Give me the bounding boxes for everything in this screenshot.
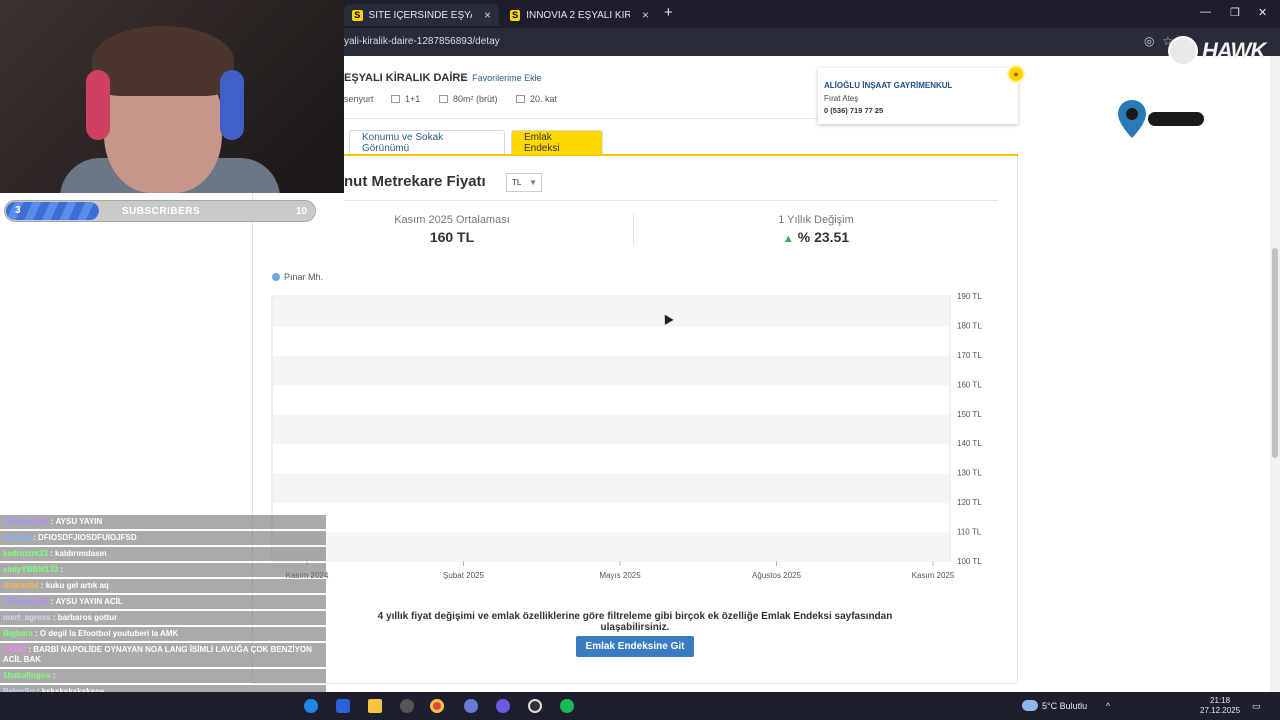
chat-username: mert_agress — [3, 613, 51, 622]
chat-text: : AYSU YAYIN — [48, 517, 103, 526]
browser-tab[interactable]: S İNNOVİA 2 EŞYALI KİRALIK 2+1 × — [502, 4, 657, 26]
close-tab-icon[interactable]: × — [642, 8, 649, 22]
xbox-icon[interactable] — [400, 699, 414, 713]
clock-date: 27.12.2025 — [1200, 706, 1241, 715]
chart-y-tick-label: 180 TL — [957, 321, 982, 330]
chat-overlay: YEMurat106 : AYSU YAYIN Yowkar : DFIOSDFJ… — [0, 515, 326, 717]
chat-message: mert_agress : barbaros gottur — [0, 611, 326, 625]
restore-icon[interactable]: ❐ — [1230, 6, 1240, 19]
chat-message: YKDO : BARBİ NAPOLİDE OYNAYAN NOA LANG İ… — [0, 643, 326, 667]
chat-text: : — [58, 565, 64, 574]
chart-y-tick-label: 140 TL — [957, 439, 982, 448]
scrollbar-thumb[interactable] — [1272, 248, 1278, 458]
close-window-icon[interactable]: ✕ — [1258, 6, 1267, 19]
chat-text: : BARBİ NAPOLİDE OYNAYAN NOA LANG İSİMLİ… — [3, 645, 312, 664]
edge-icon[interactable] — [304, 699, 318, 713]
chart-x-tick-label: Ağustos 2025 — [752, 571, 801, 580]
cta-text: 4 yıllık fiyat değişimi ve emlak özellik… — [377, 611, 893, 633]
chart-y-tick-label: 110 TL — [957, 528, 982, 537]
chart-y-tick-label: 120 TL — [957, 498, 982, 507]
clock-time: 21:18 — [1210, 696, 1231, 705]
chat-text: : kuku gel artık aq — [38, 581, 109, 590]
discord-icon[interactable] — [496, 699, 510, 713]
chat-message: kadroztrk23 : kaldırımdasın — [0, 547, 326, 561]
chart-grid-band — [273, 473, 949, 504]
chat-message: Atakan04 : kuku gel artık aq — [0, 579, 326, 593]
weather-text[interactable]: 5°C Bulutlu — [1042, 701, 1087, 711]
store-icon[interactable] — [336, 699, 350, 713]
chat-message: emlyYBBM133 : — [0, 563, 326, 577]
spotify-icon[interactable] — [560, 699, 574, 713]
chart-y-tick-label: 150 TL — [957, 410, 982, 419]
map-pin-logo-icon — [1118, 100, 1204, 138]
chat-username: Atakan04 — [3, 581, 39, 590]
close-tab-icon[interactable]: × — [484, 8, 491, 22]
chat-text: : barbaros gottur — [50, 613, 118, 622]
chat-message: 1babafingoo : — [0, 669, 326, 683]
site-favicon-icon: S — [352, 9, 363, 21]
chart-y-tick-label: 100 TL — [957, 557, 982, 566]
tab-title: SİTE İÇERSİNDE EŞYALI KİRALIK — [368, 9, 472, 21]
subscriber-goal: 10 — [295, 206, 307, 217]
chrome-icon[interactable] — [430, 699, 444, 713]
chat-text: : DFIOSDFJIOSDFUIOJFSD — [30, 533, 137, 542]
chart-y-tick-label: 160 TL — [957, 380, 982, 389]
chart-x-tick-label: Kasım 2025 — [912, 571, 955, 580]
chart-grid-band — [273, 532, 949, 562]
chat-message: Yowkar : DFIOSDFJIOSDFUIOJFSD — [0, 531, 326, 545]
chat-username: Yowkar — [3, 533, 31, 542]
chart-y-tick-label: 130 TL — [957, 469, 982, 478]
logo-emblem-icon — [1168, 36, 1198, 66]
chat-text: : O degil la Efootbol youtuberi la AMK — [32, 629, 179, 638]
chat-text: : AYSU YAYIN ACİL — [48, 597, 123, 606]
chat-username: 1babafingoo — [3, 671, 51, 680]
eye-off-icon[interactable]: ◎ — [1144, 34, 1154, 48]
url-text[interactable]: yali-kiralik-daire-1287856893/detay — [344, 36, 500, 47]
chart-x-tick-label: Mayıs 2025 — [599, 571, 641, 580]
chat-message: YEMurat106 : AYSU YAYIN ACİL — [0, 595, 326, 609]
notification-icon[interactable]: ▭ — [1252, 701, 1261, 712]
subscriber-label: SUBSCRIBERS — [121, 206, 201, 217]
page-scrollbar[interactable] — [1270, 56, 1280, 692]
new-tab-icon[interactable]: + — [664, 4, 673, 21]
subscriber-goal-bar: 3 SUBSCRIBERS 10 — [4, 200, 316, 222]
chart-x-tick-label: Şubat 2025 — [443, 571, 484, 580]
webcam-overlay — [0, 0, 344, 193]
chat-text: : — [50, 671, 56, 680]
minimize-icon[interactable]: — — [1200, 6, 1211, 18]
stream-logo: HAWK — [1168, 36, 1266, 66]
chart-grid-band — [273, 355, 949, 386]
chat-username: Bigbara — [3, 629, 33, 638]
tab-title: İNNOVİA 2 EŞYALI KİRALIK 2+1 — [526, 9, 630, 21]
chart-y-tick-label: 170 TL — [957, 351, 982, 360]
obs-icon[interactable] — [528, 699, 542, 713]
chat-username: kadroztrk23 — [3, 549, 48, 558]
chat-username: YKDO — [3, 645, 27, 654]
tray-chevron-icon[interactable]: ^ — [1106, 701, 1110, 711]
weather-cloud-icon — [1022, 700, 1038, 711]
site-favicon-icon: S — [510, 9, 521, 21]
chart-y-tick-label: 190 TL — [957, 292, 982, 301]
taskbar: 5°C Bulutlu ^ 21:18 27.12.2025 ▭ — [0, 692, 1280, 720]
chat-username: YEMurat106 — [3, 597, 49, 606]
chat-message: Bigbara : O degil la Efootbol youtuberi … — [0, 627, 326, 641]
chart-grid-band — [273, 297, 949, 327]
app-icon[interactable] — [464, 699, 478, 713]
chat-username: YEMurat106 — [3, 517, 49, 526]
clock[interactable]: 21:18 27.12.2025 — [1200, 696, 1240, 716]
browser-tab-active[interactable]: S SİTE İÇERSİNDE EŞYALI KİRALIK × — [344, 4, 499, 26]
logo-wordmark: HAWK — [1202, 38, 1266, 63]
chat-text: : kaldırımdasın — [47, 549, 107, 558]
headphones-icon — [86, 70, 110, 140]
chat-message: YEMurat106 : AYSU YAYIN — [0, 515, 326, 529]
folder-icon[interactable] — [368, 699, 382, 713]
chat-username: emlyYBBM133 — [3, 565, 59, 574]
chart-grid-band — [273, 414, 949, 445]
emlak-endeksi-button[interactable]: Emlak Endeksine Git — [576, 636, 694, 657]
